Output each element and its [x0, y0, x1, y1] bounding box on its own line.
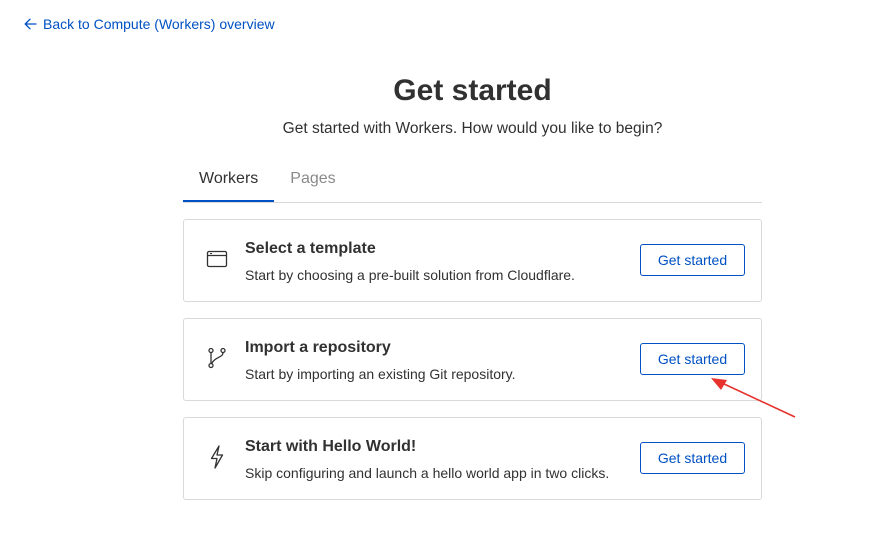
tab-workers[interactable]: Workers: [183, 160, 275, 202]
back-link-label: Back to Compute (Workers) overview: [43, 16, 275, 32]
tab-bar: Workers Pages: [183, 160, 762, 203]
option-card-hello-world: Start with Hello World! Skip configuring…: [183, 417, 762, 500]
option-description: Skip configuring and launch a hello worl…: [245, 465, 610, 481]
option-card-template: Select a template Start by choosing a pr…: [183, 219, 762, 302]
back-link[interactable]: Back to Compute (Workers) overview: [24, 15, 275, 33]
option-title: Import a repository: [245, 339, 391, 356]
lightning-bolt-icon: [205, 445, 229, 469]
option-card-import-repository: Import a repository Start by importing a…: [183, 318, 762, 401]
browser-window-icon: [205, 247, 229, 271]
page-title: Get started: [393, 74, 552, 107]
option-description: Start by choosing a pre-built solution f…: [245, 267, 575, 283]
tab-pages[interactable]: Pages: [274, 160, 351, 202]
option-description: Start by importing an existing Git repos…: [245, 366, 516, 382]
option-title: Select a template: [245, 240, 376, 257]
option-title: Start with Hello World!: [245, 438, 417, 455]
arrow-left-icon: [24, 18, 37, 30]
import-repository-get-started-button[interactable]: Get started: [640, 343, 745, 375]
get-started-page: Back to Compute (Workers) overview Get s…: [0, 0, 875, 539]
git-branch-icon: [205, 346, 229, 370]
select-template-get-started-button[interactable]: Get started: [640, 244, 745, 276]
page-subtitle: Get started with Workers. How would you …: [282, 120, 663, 137]
hello-world-get-started-button[interactable]: Get started: [640, 442, 745, 474]
